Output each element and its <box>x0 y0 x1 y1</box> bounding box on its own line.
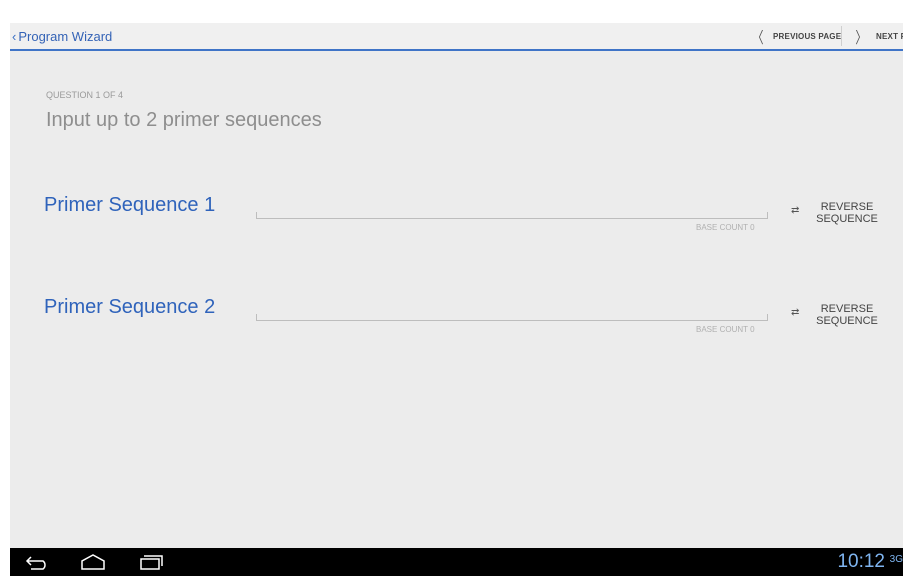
primer-sequence-2-input[interactable] <box>256 314 768 321</box>
chevron-left-icon: ‹ <box>12 28 17 44</box>
clock: 10:12 <box>837 551 885 572</box>
previous-page-label: PREVIOUS PAGE <box>773 31 842 41</box>
base-count-1: BASE COUNT 0 <box>696 223 755 232</box>
primer-label-1: Primer Sequence 1 <box>44 194 216 216</box>
next-page-label: NEXT PAGE <box>876 31 903 41</box>
swap-arrows-icon: ⇄ <box>791 307 800 318</box>
network-status: 3G <box>889 554 903 565</box>
chevron-right-icon: 〉 <box>855 30 867 47</box>
next-page-button[interactable]: 〉 NEXT PAGE <box>853 23 903 49</box>
reverse-sequence-label: REVERSE SEQUENCE <box>816 201 878 225</box>
question-title: Input up to 2 primer sequences <box>46 109 322 131</box>
chevron-left-icon: 〈 <box>752 30 764 47</box>
swap-arrows-icon: ⇄ <box>791 205 800 216</box>
action-bar: ‹ Program Wizard 〈 PREVIOUS PAGE 〉 NEXT … <box>10 23 903 51</box>
back-nav-icon[interactable] <box>25 553 51 576</box>
back-button[interactable]: ‹ Program Wizard <box>12 23 112 49</box>
app-title: Program Wizard <box>18 28 113 44</box>
question-counter: QUESTION 1 OF 4 <box>46 90 124 100</box>
system-navigation-bar: 10:12 3G <box>10 548 903 576</box>
app-screen: ‹ Program Wizard 〈 PREVIOUS PAGE 〉 NEXT … <box>10 23 903 576</box>
reverse-sequence-label: REVERSE SEQUENCE <box>816 303 878 327</box>
primer-label-2: Primer Sequence 2 <box>44 296 216 318</box>
previous-page-button[interactable]: 〈 PREVIOUS PAGE <box>750 23 841 49</box>
recent-apps-icon[interactable] <box>138 553 164 576</box>
base-count-2: BASE COUNT 0 <box>696 325 755 334</box>
primer-row-2: Primer Sequence 2 BASE COUNT 0 ⇄ REVERSE… <box>10 292 903 352</box>
home-icon[interactable] <box>80 553 106 576</box>
nav-divider <box>841 26 842 46</box>
primer-sequence-1-input[interactable] <box>256 212 768 219</box>
primer-row-1: Primer Sequence 1 BASE COUNT 0 ⇄ REVERSE… <box>10 190 903 250</box>
